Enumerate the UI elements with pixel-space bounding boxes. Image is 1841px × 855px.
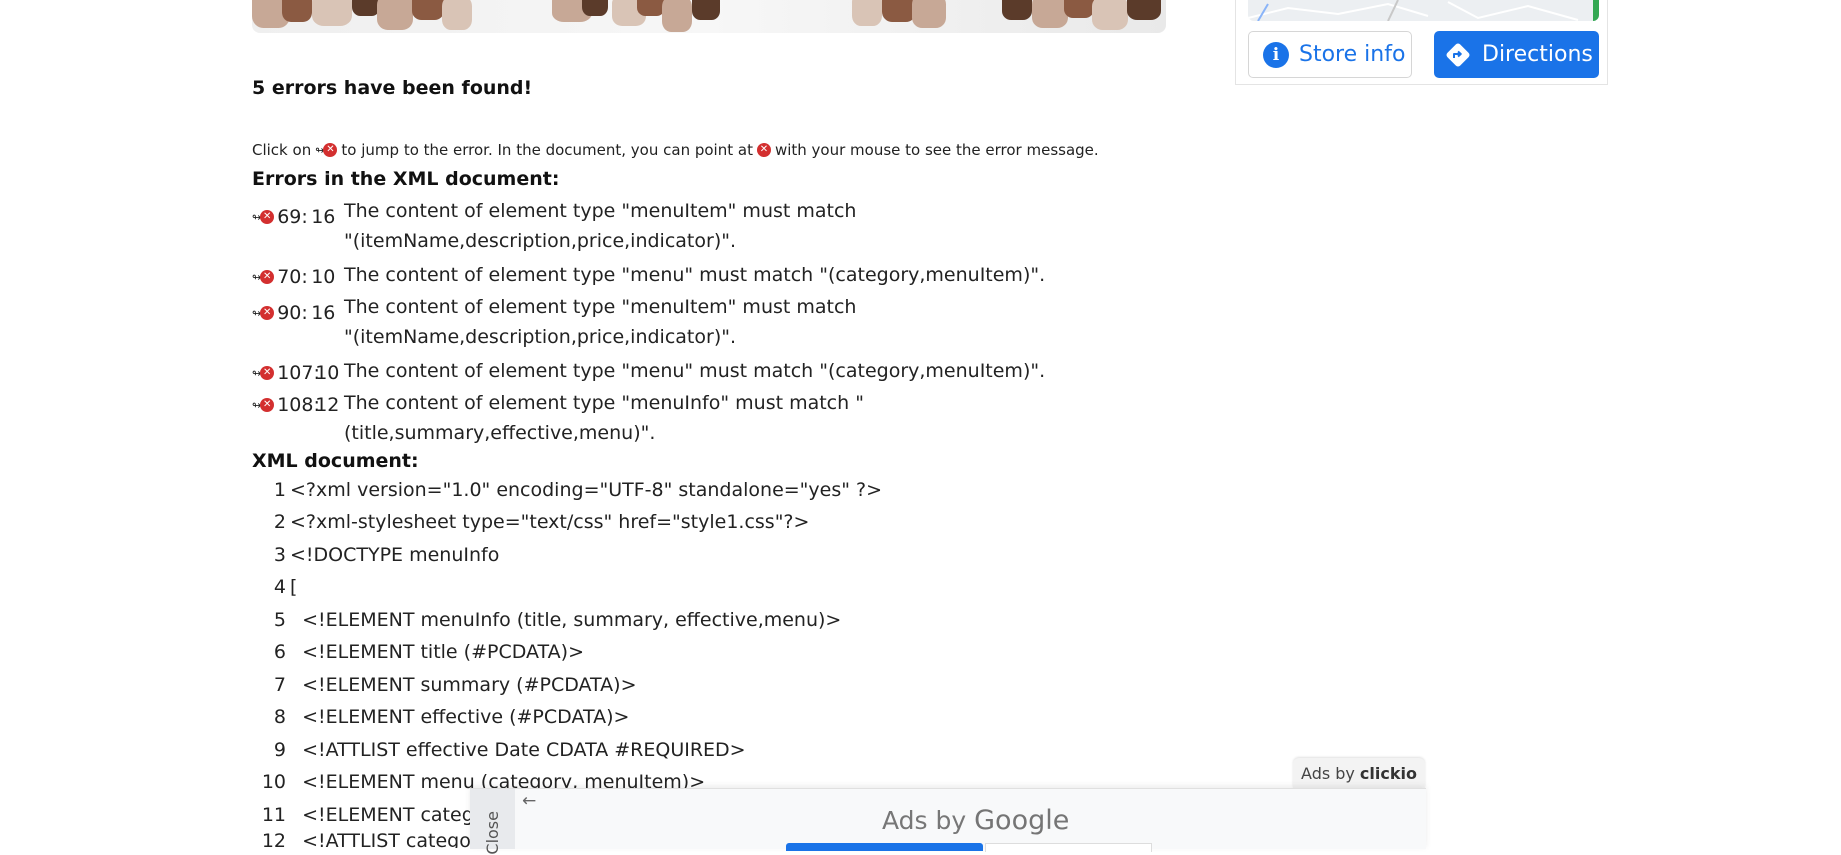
error-icon: ✕: [323, 143, 338, 157]
line-text: <?xml version="1.0" encoding="UTF-8" sta…: [290, 479, 883, 501]
error-row: ↬ ✕ 70: 10 The content of element type "…: [252, 260, 1144, 290]
line-text: [: [290, 576, 298, 598]
jump-to-error-link[interactable]: ↬ ✕: [252, 210, 275, 224]
error-line: 70:: [277, 266, 308, 288]
line-text: <!ELEMENT summary (#PCDATA)>: [290, 674, 637, 696]
xml-line: 9 <!ATTLIST effective Date CDATA #REQUIR…: [252, 739, 746, 771]
ads-by-google-label: Ads by Google: [882, 805, 1070, 836]
line-number: 9: [273, 739, 286, 761]
error-line: 90:: [277, 302, 308, 324]
jump-to-error-icon: ↬ ✕: [315, 143, 338, 157]
ads-by-clickio-tab[interactable]: Ads by clickio: [1293, 758, 1425, 788]
error-row: ↬ ✕ 69: 16 The content of element type "…: [252, 196, 864, 256]
line-number: 1: [273, 479, 286, 501]
xml-document-heading: XML document:: [252, 450, 419, 472]
line-text: <!DOCTYPE menuInfo: [290, 544, 500, 566]
line-text: <!ELEMENT menuInfo (title, summary, effe…: [290, 609, 842, 631]
line-text: <!ATTLIST effective Date CDATA #REQUIRED…: [290, 739, 746, 761]
error-column: 16: [311, 206, 336, 228]
error-column: 16: [311, 302, 336, 324]
line-text: <?xml-stylesheet type="text/css" href="s…: [290, 511, 810, 533]
google-logo: Google: [974, 805, 1070, 836]
error-line: 69:: [277, 206, 308, 228]
hero-image: [252, 0, 1166, 33]
error-icon: ✕: [260, 398, 275, 412]
error-icon: ✕: [260, 306, 275, 320]
line-number: 4: [273, 576, 286, 598]
error-column: 10: [315, 362, 340, 384]
bottom-ad-overlay: Close ← Ads by Google: [470, 788, 1426, 855]
error-column: 12: [315, 394, 340, 416]
xml-line: 5 <!ELEMENT menuInfo (title, summary, ef…: [252, 609, 841, 641]
error-icon: ✕: [260, 270, 275, 284]
back-arrow-icon[interactable]: ←: [522, 791, 536, 811]
error-row: ↬ ✕ 90: 16 The content of element type "…: [252, 292, 864, 352]
error-icon: ✕: [756, 143, 771, 157]
error-line: 107:: [277, 362, 320, 384]
xml-line: 2 <?xml-stylesheet type="text/css" href=…: [252, 511, 810, 543]
error-row: ↬ ✕ 108: 12 The content of element type …: [252, 388, 1144, 448]
line-number: 12: [261, 830, 286, 848]
line-number: 6: [273, 641, 286, 663]
store-card: i Store info Directions: [1235, 0, 1608, 85]
error-message: The content of element type "menu" must …: [344, 264, 1046, 286]
jump-to-error-link[interactable]: ↬ ✕: [252, 398, 275, 412]
usage-hint: Click on ↬ ✕ to jump to the error. In th…: [252, 141, 1099, 159]
error-line: 108:: [277, 394, 320, 416]
xml-line: 8 <!ELEMENT effective (#PCDATA)>: [252, 706, 630, 738]
clickio-logo: clickio: [1359, 763, 1417, 783]
line-number: 10: [261, 771, 286, 793]
directions-button[interactable]: Directions: [1434, 31, 1599, 78]
store-info-label: Store info: [1299, 42, 1406, 67]
line-number: 5: [273, 609, 286, 631]
line-text: <!ATTLIST category: [290, 830, 490, 848]
error-row: ↬ ✕ 107: 10 The content of element type …: [252, 356, 1144, 386]
map-thumbnail[interactable]: [1248, 0, 1599, 21]
store-info-button[interactable]: i Store info: [1248, 31, 1412, 78]
line-number: 3: [273, 544, 286, 566]
jump-to-error-link[interactable]: ↬ ✕: [252, 366, 275, 380]
line-text: <!ELEMENT title (#PCDATA)>: [290, 641, 584, 663]
error-icon: ✕: [260, 366, 275, 380]
line-number: 7: [273, 674, 286, 696]
line-text: <!ELEMENT effective (#PCDATA)>: [290, 706, 630, 728]
error-message: The content of element type "menu" must …: [344, 360, 1046, 382]
close-ad-button[interactable]: Close: [470, 789, 515, 855]
jump-to-error-link[interactable]: ↬ ✕: [252, 270, 275, 284]
error-message: The content of element type "menuInfo" m…: [344, 392, 864, 444]
error-message: The content of element type "menuItem" m…: [344, 200, 857, 252]
directions-label: Directions: [1482, 42, 1593, 67]
line-number: 2: [273, 511, 286, 533]
info-icon: i: [1263, 41, 1289, 68]
ad-option-button[interactable]: [786, 843, 983, 851]
xml-line: 4 [: [252, 576, 298, 608]
error-message: The content of element type "menuItem" m…: [344, 296, 857, 348]
line-number: 8: [273, 706, 286, 728]
xml-line: 7 <!ELEMENT summary (#PCDATA)>: [252, 674, 637, 706]
xml-line: 6 <!ELEMENT title (#PCDATA)>: [252, 641, 584, 673]
xml-line: 12 <!ATTLIST category: [252, 830, 490, 848]
xml-line: 3 <!DOCTYPE menuInfo: [252, 544, 499, 576]
errors-heading: Errors in the XML document:: [252, 168, 560, 190]
jump-to-error-link[interactable]: ↬ ✕: [252, 306, 275, 320]
error-icon: ✕: [260, 210, 275, 224]
xml-line: 1 <?xml version="1.0" encoding="UTF-8" s…: [252, 479, 882, 511]
error-column: 10: [311, 266, 336, 288]
directions-icon: [1444, 41, 1472, 69]
errors-found-heading: 5 errors have been found!: [252, 77, 533, 99]
